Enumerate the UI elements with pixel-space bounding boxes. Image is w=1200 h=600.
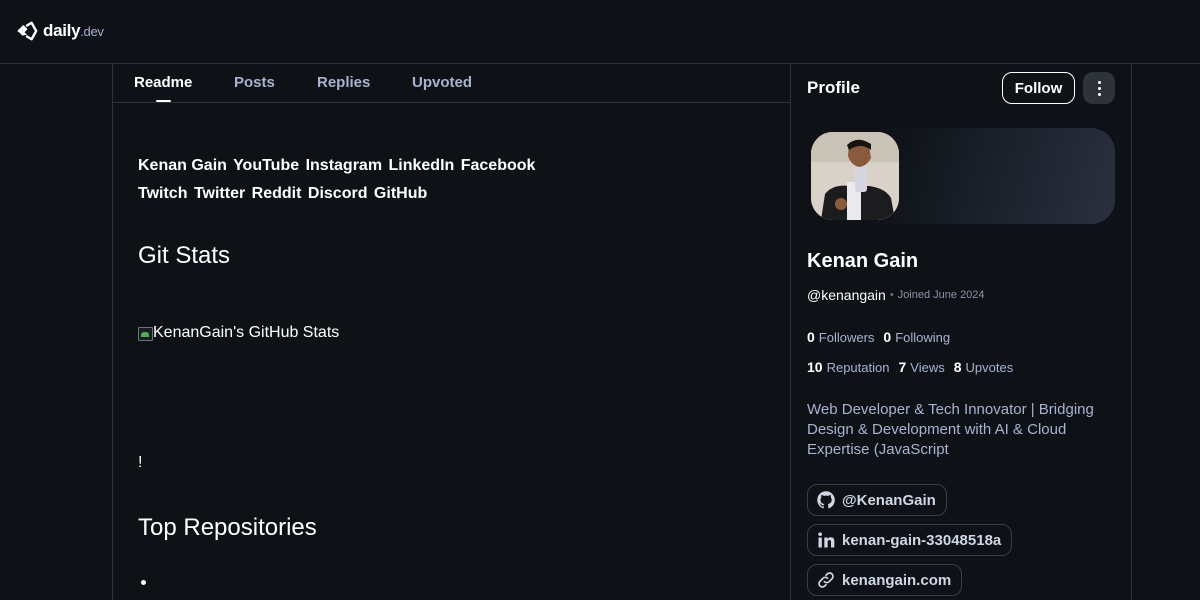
daily-dev-logo-icon	[17, 21, 38, 41]
profile-sidebar: Profile Follow Kenan Gain @kenangain • J…	[791, 64, 1132, 600]
link-github[interactable]: GitHub	[374, 185, 427, 202]
list-bullet	[141, 580, 146, 585]
views-stat: 7 Views	[898, 359, 945, 375]
main-content: Readme Posts Replies Upvoted Kenan Gain …	[112, 64, 791, 600]
link-discord[interactable]: Discord	[308, 185, 368, 202]
profile-handle: @kenangain	[807, 287, 886, 303]
link-instagram[interactable]: Instagram	[306, 157, 382, 174]
upvotes-stat: 8 Upvotes	[953, 359, 1014, 375]
link-linkedin[interactable]: LinkedIn	[389, 157, 455, 174]
follow-stats: 0 Followers 0 Following	[807, 329, 959, 345]
active-tab-indicator	[156, 100, 171, 102]
following-stat[interactable]: 0 Following	[883, 329, 950, 345]
avatar-image	[811, 132, 899, 220]
more-options-button[interactable]	[1083, 72, 1115, 104]
logo-text: daily.dev	[43, 21, 104, 40]
profile-stats: 10 Reputation 7 Views 8 Upvotes	[807, 359, 1022, 375]
linkedin-link-label: kenan-gain-33048518a	[842, 531, 1002, 549]
github-icon	[817, 491, 835, 509]
link-twitter[interactable]: Twitter	[194, 185, 245, 202]
link-kenan-gain[interactable]: Kenan Gain	[138, 157, 227, 174]
linkedin-link-chip[interactable]: kenan-gain-33048518a	[807, 524, 1013, 556]
followers-stat[interactable]: 0 Followers	[807, 329, 874, 345]
tab-posts[interactable]: Posts	[234, 74, 275, 91]
readme-social-links: Kenan Gain YouTube Instagram LinkedIn Fa…	[138, 152, 558, 208]
link-twitch[interactable]: Twitch	[138, 185, 187, 202]
profile-meta: @kenangain • Joined June 2024	[807, 287, 985, 303]
readme-text: !	[138, 454, 143, 471]
tab-replies[interactable]: Replies	[317, 74, 370, 91]
github-stats-alt-text: KenanGain's GitHub Stats	[153, 324, 340, 341]
top-bar: daily.dev	[0, 0, 1200, 64]
daily-dev-logo[interactable]: daily.dev	[16, 20, 104, 42]
profile-section-title: Profile	[807, 78, 860, 97]
reputation-stat: 10 Reputation	[807, 359, 890, 375]
more-options-icon	[1097, 80, 1101, 84]
link-facebook[interactable]: Facebook	[461, 157, 536, 174]
profile-bio: Web Developer & Tech Innovator | Bridgin…	[807, 401, 1094, 458]
link-reddit[interactable]: Reddit	[252, 185, 302, 202]
link-youtube[interactable]: YouTube	[233, 157, 299, 174]
tab-readme[interactable]: Readme	[134, 74, 192, 91]
meta-separator: •	[889, 289, 894, 301]
tab-upvoted[interactable]: Upvoted	[412, 74, 472, 91]
github-link-label: @KenanGain	[842, 491, 936, 509]
linkedin-icon	[818, 532, 835, 548]
github-stats-image: KenanGain's GitHub Stats	[138, 324, 339, 342]
profile-name: Kenan Gain	[807, 250, 919, 272]
broken-image-icon	[138, 325, 153, 341]
link-icon	[818, 572, 834, 588]
joined-date: Joined June 2024	[897, 289, 985, 301]
website-link-label: kenangain.com	[842, 571, 952, 589]
follow-button[interactable]: Follow	[1002, 72, 1075, 104]
github-link-chip[interactable]: @KenanGain	[807, 484, 947, 516]
profile-tabs: Readme Posts Replies Upvoted	[113, 64, 791, 103]
avatar[interactable]	[811, 132, 899, 220]
git-stats-heading: Git Stats	[138, 242, 231, 269]
website-link-chip[interactable]: kenangain.com	[807, 564, 963, 596]
top-repositories-heading: Top Repositories	[138, 514, 317, 541]
